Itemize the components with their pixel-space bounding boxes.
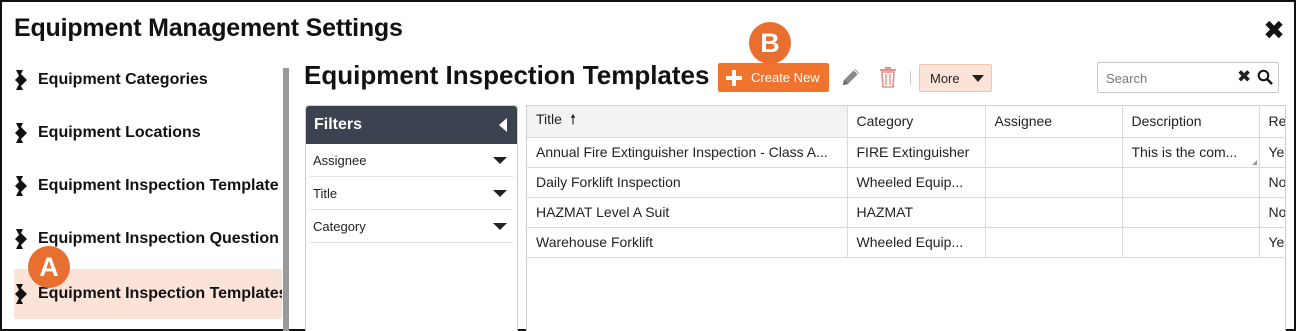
sort-ascending-icon: 🠕 [569, 111, 576, 128]
cell-assignee [985, 227, 1123, 258]
cell-required: Ye [1259, 227, 1285, 258]
sidebar: Equipment Categories Equipment Locations… [14, 55, 284, 329]
modal-title: Equipment Management Settings [14, 14, 403, 42]
cell-description: This is the com... [1122, 137, 1260, 168]
clear-icon[interactable]: ✖ [1237, 68, 1251, 86]
close-icon[interactable]: ✖ [1262, 17, 1286, 43]
chevron-down-icon [971, 74, 984, 82]
pencil-icon[interactable] [840, 66, 862, 88]
cell-category: Wheeled Equip... [847, 227, 986, 258]
toolbar-divider [910, 71, 911, 85]
gear-icon [15, 70, 27, 90]
chevron-down-icon [493, 189, 507, 197]
templates-grid: Title 🠕 Category Assignee Description Re … [526, 105, 1286, 331]
templates-table: Title 🠕 Category Assignee Description Re … [527, 106, 1285, 258]
filter-assignee[interactable]: Assignee [310, 144, 513, 177]
cell-title: Warehouse Forklift [527, 227, 848, 258]
cell-assignee [985, 167, 1123, 198]
search-icon[interactable] [1257, 69, 1273, 85]
cell-category: HAZMAT [847, 197, 986, 228]
cell-assignee [985, 197, 1123, 228]
sidebar-item-label: Equipment Inspection Template C [38, 177, 282, 194]
gear-icon [15, 229, 27, 249]
table-row[interactable]: HAZMAT Level A Suit HAZMAT No [527, 197, 1285, 228]
cell-description [1122, 167, 1260, 198]
create-new-button[interactable]: Create New [718, 63, 829, 92]
chevron-down-icon [493, 156, 507, 164]
gear-icon [15, 123, 27, 143]
filter-label: Title [313, 185, 338, 201]
cell-category: FIRE Extinguisher [847, 137, 986, 168]
sidebar-scrollbar[interactable] [283, 68, 289, 331]
cell-category: Wheeled Equip... [847, 167, 986, 198]
column-header-label: Title [536, 111, 562, 128]
plus-icon [725, 69, 743, 87]
cell-description [1122, 227, 1260, 258]
gear-icon [15, 176, 27, 196]
filter-label: Assignee [313, 152, 367, 168]
cell-title: Daily Forklift Inspection [527, 167, 848, 198]
table-row[interactable]: Daily Forklift Inspection Wheeled Equip.… [527, 167, 1285, 198]
cell-assignee [985, 137, 1123, 168]
page-title: Equipment Inspection Templates [304, 60, 710, 90]
callout-badge-b: B [749, 22, 791, 64]
cell-title: HAZMAT Level A Suit [527, 197, 848, 228]
more-dropdown-button[interactable]: More [919, 64, 992, 92]
sidebar-item-label: Equipment Inspection Question C [38, 230, 282, 247]
sidebar-item-inspection-template-categories[interactable]: Equipment Inspection Template C [14, 161, 282, 211]
table-row[interactable]: Annual Fire Extinguisher Inspection - Cl… [527, 137, 1285, 168]
column-header-required[interactable]: Re [1259, 106, 1285, 138]
gear-icon [15, 284, 27, 304]
sidebar-item-label: Equipment Locations [38, 124, 201, 141]
filter-title[interactable]: Title [310, 177, 513, 210]
cell-required: Ye [1259, 137, 1285, 168]
cell-required: No [1259, 197, 1285, 228]
sidebar-item-label: Equipment Categories [38, 71, 208, 88]
callout-badge-a: A [28, 246, 70, 288]
cell-description [1122, 197, 1260, 228]
search-input[interactable] [1106, 69, 1226, 87]
search-box: ✖ [1097, 62, 1279, 93]
column-header-description[interactable]: Description [1122, 106, 1260, 138]
cell-required: No [1259, 167, 1285, 198]
filters-header: Filters [306, 106, 517, 144]
filters-panel: Filters Assignee Title Category [305, 105, 518, 331]
cell-title: Annual Fire Extinguisher Inspection - Cl… [527, 137, 848, 168]
sidebar-item-equipment-categories[interactable]: Equipment Categories [14, 55, 282, 105]
create-new-label: Create New [751, 70, 820, 85]
collapse-left-icon[interactable] [499, 118, 507, 132]
column-header-title[interactable]: Title 🠕 [527, 106, 848, 138]
sidebar-item-equipment-locations[interactable]: Equipment Locations [14, 108, 282, 158]
more-label: More [930, 70, 960, 86]
filter-category[interactable]: Category [310, 210, 513, 243]
table-header-row: Title 🠕 Category Assignee Description Re [527, 106, 1285, 138]
chevron-down-icon [493, 222, 507, 230]
column-header-assignee[interactable]: Assignee [985, 106, 1123, 138]
table-row[interactable]: Warehouse Forklift Wheeled Equip... Ye [527, 227, 1285, 258]
filters-title: Filters [314, 116, 363, 133]
column-header-category[interactable]: Category [847, 106, 986, 138]
sidebar-item-label: Equipment Inspection Templates [38, 285, 282, 302]
trash-icon[interactable] [878, 66, 898, 88]
filter-label: Category [313, 218, 366, 234]
